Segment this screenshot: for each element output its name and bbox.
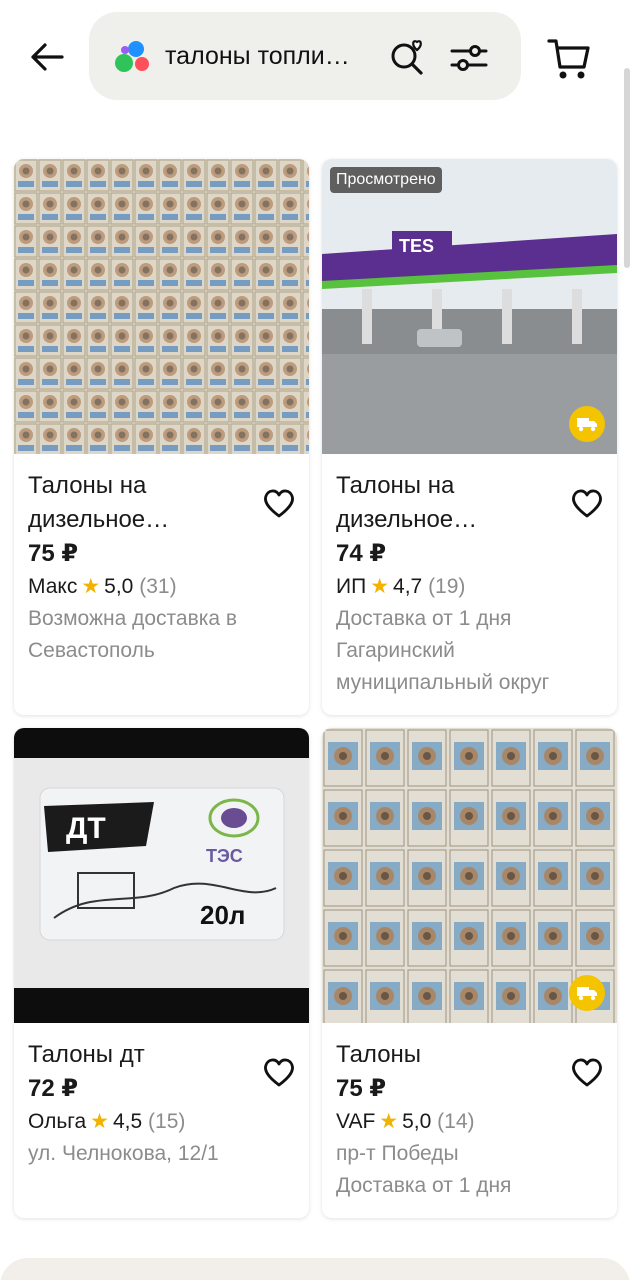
product-photo[interactable] bbox=[14, 159, 309, 454]
product-price: 74 ₽ bbox=[336, 540, 387, 567]
product-title[interactable]: Талоны на дизельное… bbox=[28, 469, 248, 537]
card-label-volume: 20л bbox=[200, 900, 245, 930]
review-count: (14) bbox=[437, 1110, 475, 1133]
card-label-dt: ДТ bbox=[66, 812, 106, 845]
product-photo[interactable]: TES Просмотрено bbox=[322, 159, 617, 454]
delivery-info: Доставка от 1 дня bbox=[336, 1174, 512, 1197]
star-icon: ★ bbox=[379, 1110, 399, 1133]
delivery-info: Доставка от 1 дня bbox=[336, 607, 512, 630]
rating: 4,7 bbox=[393, 575, 423, 598]
product-title[interactable]: Талоны bbox=[336, 1038, 556, 1072]
delivery-info: Возможна доставка в Севастополь bbox=[28, 607, 238, 662]
favorite-search-icon[interactable] bbox=[389, 36, 429, 76]
product-title[interactable]: Талоны дт bbox=[28, 1038, 248, 1072]
product-photo[interactable]: ДТ ТЭС 20л bbox=[14, 728, 309, 1023]
station-logo-text: TES bbox=[399, 236, 434, 256]
delivery-truck-icon bbox=[569, 975, 605, 1011]
seller-name: ИП bbox=[336, 575, 367, 598]
card-label-brand: ТЭС bbox=[206, 846, 243, 866]
star-icon: ★ bbox=[90, 1110, 109, 1133]
product-photo[interactable] bbox=[322, 728, 617, 1023]
product-card[interactable]: Талоны на дизельное… 75 ₽ Макс ★ 5,0 (31) … bbox=[14, 159, 309, 715]
rating: 5,0 bbox=[104, 575, 134, 598]
search-bar[interactable]: талоны топли… bbox=[89, 12, 521, 100]
star-icon: ★ bbox=[370, 575, 390, 598]
heart-icon[interactable] bbox=[570, 487, 604, 519]
star-icon: ★ bbox=[81, 575, 101, 598]
product-card[interactable]: TES Просмотрено Талоны на дизельное… 74 … bbox=[322, 159, 617, 715]
seller-line: VAF ★ 5,0 (14) bbox=[336, 1106, 606, 1138]
product-price: 75 ₽ bbox=[336, 1075, 387, 1102]
product-price: 72 ₽ bbox=[28, 1075, 79, 1102]
rating: 4,5 bbox=[113, 1110, 143, 1133]
seller-line: Макс ★ 5,0 (31) bbox=[28, 571, 298, 603]
location-info: ул. Челнокова, 12/1 bbox=[28, 1142, 219, 1165]
seller-name: Ольга bbox=[28, 1110, 87, 1133]
back-arrow-icon[interactable] bbox=[22, 32, 72, 82]
bottom-sheet-handle[interactable] bbox=[0, 1258, 630, 1280]
cart-icon[interactable] bbox=[546, 36, 592, 82]
heart-icon[interactable] bbox=[570, 1056, 604, 1088]
location-info: Гагаринский муниципальный округ bbox=[336, 639, 550, 694]
review-count: (15) bbox=[148, 1110, 186, 1133]
search-input[interactable]: талоны топли… bbox=[165, 42, 350, 71]
location-info: пр-т Победы bbox=[336, 1142, 459, 1165]
filters-icon[interactable] bbox=[449, 40, 489, 76]
review-count: (31) bbox=[139, 575, 177, 598]
viewed-badge: Просмотрено bbox=[330, 167, 442, 193]
product-title[interactable]: Талоны на дизельное… bbox=[336, 469, 556, 537]
heart-icon[interactable] bbox=[262, 1056, 296, 1088]
seller-name: VAF bbox=[336, 1110, 376, 1133]
product-price: 75 ₽ bbox=[28, 540, 79, 567]
rating: 5,0 bbox=[402, 1110, 432, 1133]
product-card[interactable]: ДТ ТЭС 20л Талоны дт 72 ₽ Ольга ★ 4,5 (15)… bbox=[14, 728, 309, 1218]
product-card[interactable]: Талоны 75 ₽ VAF ★ 5,0 (14) пр-т Победы Дос… bbox=[322, 728, 617, 1218]
heart-icon[interactable] bbox=[262, 487, 296, 519]
seller-line: Ольга ★ 4,5 (15) bbox=[28, 1106, 298, 1138]
top-bar: талоны топли… bbox=[0, 0, 630, 110]
delivery-truck-icon bbox=[569, 406, 605, 442]
review-count: (19) bbox=[428, 575, 466, 598]
scrollbar[interactable] bbox=[624, 68, 630, 268]
seller-name: Макс bbox=[28, 575, 78, 598]
seller-line: ИП ★ 4,7 (19) bbox=[336, 571, 606, 603]
app-logo bbox=[115, 41, 149, 72]
